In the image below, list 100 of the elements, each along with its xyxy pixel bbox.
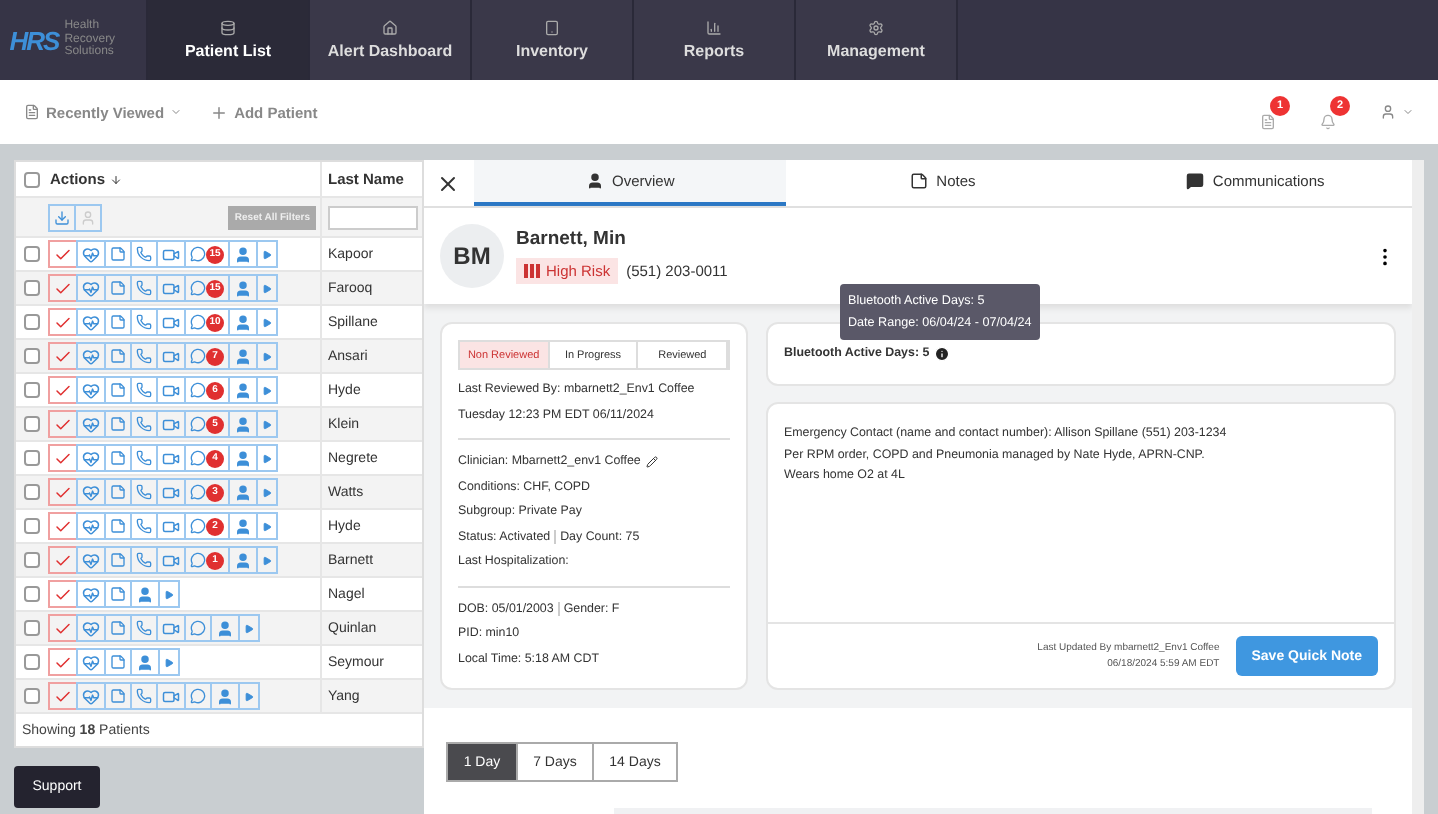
vitals-button[interactable] (76, 444, 106, 472)
note-button[interactable] (104, 342, 132, 370)
profile-button[interactable] (228, 240, 258, 268)
pencil-icon[interactable] (646, 456, 659, 469)
more-button[interactable] (256, 512, 278, 540)
select-all-checkbox[interactable] (23, 171, 39, 187)
video-button[interactable] (156, 682, 186, 710)
vitals-button[interactable] (76, 240, 106, 268)
note-button[interactable] (104, 274, 132, 302)
profile-button[interactable] (130, 648, 160, 676)
call-button[interactable] (130, 478, 158, 506)
more-button[interactable] (256, 546, 278, 574)
message-button[interactable] (184, 614, 212, 642)
check-button[interactable] (48, 682, 78, 710)
more-button[interactable] (256, 444, 278, 472)
video-button[interactable] (156, 274, 186, 302)
vitals-button[interactable] (76, 410, 106, 438)
check-button[interactable] (48, 274, 78, 302)
more-button[interactable] (158, 648, 180, 676)
filter-field[interactable] (328, 205, 418, 229)
row-checkbox[interactable] (23, 654, 39, 670)
note-button[interactable] (104, 682, 132, 710)
note-button[interactable] (104, 614, 132, 642)
video-button[interactable] (156, 342, 186, 370)
vitals-button[interactable] (76, 648, 106, 676)
call-button[interactable] (130, 376, 158, 404)
assign-button[interactable] (74, 203, 102, 231)
profile-button[interactable] (228, 444, 258, 472)
vitals-button[interactable] (76, 274, 106, 302)
check-button[interactable] (48, 444, 78, 472)
check-button[interactable] (48, 342, 78, 370)
video-button[interactable] (156, 376, 186, 404)
video-button[interactable] (156, 546, 186, 574)
check-button[interactable] (48, 240, 78, 268)
nav-tab[interactable]: Management (796, 0, 958, 80)
note-button[interactable] (104, 512, 132, 540)
row-checkbox[interactable] (23, 586, 39, 602)
profile-button[interactable] (228, 342, 258, 370)
info-icon[interactable] (933, 346, 950, 362)
profile-button[interactable] (228, 274, 258, 302)
call-button[interactable] (130, 342, 158, 370)
row-checkbox[interactable] (23, 246, 39, 262)
more-button[interactable] (256, 410, 278, 438)
profile-button[interactable] (228, 308, 258, 336)
call-button[interactable] (130, 512, 158, 540)
call-button[interactable] (130, 410, 158, 438)
call-button[interactable] (130, 614, 158, 642)
nav-tab[interactable]: Inventory (472, 0, 634, 80)
video-button[interactable] (156, 512, 186, 540)
vitals-button[interactable] (76, 614, 106, 642)
more-button[interactable] (158, 580, 180, 608)
more-button[interactable] (256, 478, 278, 506)
row-checkbox[interactable] (23, 450, 39, 466)
nav-tab[interactable]: Alert Dashboard (310, 0, 472, 80)
vitals-button[interactable] (76, 308, 106, 336)
call-button[interactable] (130, 682, 158, 710)
more-button[interactable] (238, 682, 260, 710)
profile-button[interactable] (228, 410, 258, 438)
profile-button[interactable] (210, 614, 240, 642)
note-button[interactable] (104, 376, 132, 404)
check-button[interactable] (48, 614, 78, 642)
video-button[interactable] (156, 410, 186, 438)
vitals-button[interactable] (76, 342, 106, 370)
call-button[interactable] (130, 240, 158, 268)
row-checkbox[interactable] (23, 484, 39, 500)
vitals-button[interactable] (76, 478, 106, 506)
check-button[interactable] (48, 648, 78, 676)
more-button[interactable] (256, 342, 278, 370)
vitals-button[interactable] (76, 512, 106, 540)
note-button[interactable] (104, 308, 132, 336)
more-button[interactable] (256, 308, 278, 336)
note-button[interactable] (104, 580, 132, 608)
call-button[interactable] (130, 546, 158, 574)
vitals-button[interactable] (76, 580, 106, 608)
check-button[interactable] (48, 512, 78, 540)
row-checkbox[interactable] (23, 314, 39, 330)
video-button[interactable] (156, 478, 186, 506)
row-checkbox[interactable] (23, 518, 39, 534)
note-button[interactable] (104, 444, 132, 472)
vitals-button[interactable] (76, 546, 106, 574)
check-button[interactable] (48, 478, 78, 506)
nav-tab[interactable]: Patient List (148, 0, 310, 80)
profile-button[interactable] (228, 512, 258, 540)
row-checkbox[interactable] (23, 416, 39, 432)
row-checkbox[interactable] (23, 552, 39, 568)
check-button[interactable] (48, 410, 78, 438)
row-checkbox[interactable] (23, 620, 39, 636)
note-button[interactable] (104, 240, 132, 268)
export-button[interactable] (48, 203, 76, 231)
profile-button[interactable] (228, 478, 258, 506)
check-button[interactable] (48, 308, 78, 336)
call-button[interactable] (130, 308, 158, 336)
row-checkbox[interactable] (23, 382, 39, 398)
user-menu[interactable] (1380, 104, 1414, 120)
check-button[interactable] (48, 580, 78, 608)
profile-button[interactable] (228, 546, 258, 574)
more-button[interactable] (256, 274, 278, 302)
row-checkbox[interactable] (23, 348, 39, 364)
note-button[interactable] (104, 478, 132, 506)
video-button[interactable] (156, 444, 186, 472)
